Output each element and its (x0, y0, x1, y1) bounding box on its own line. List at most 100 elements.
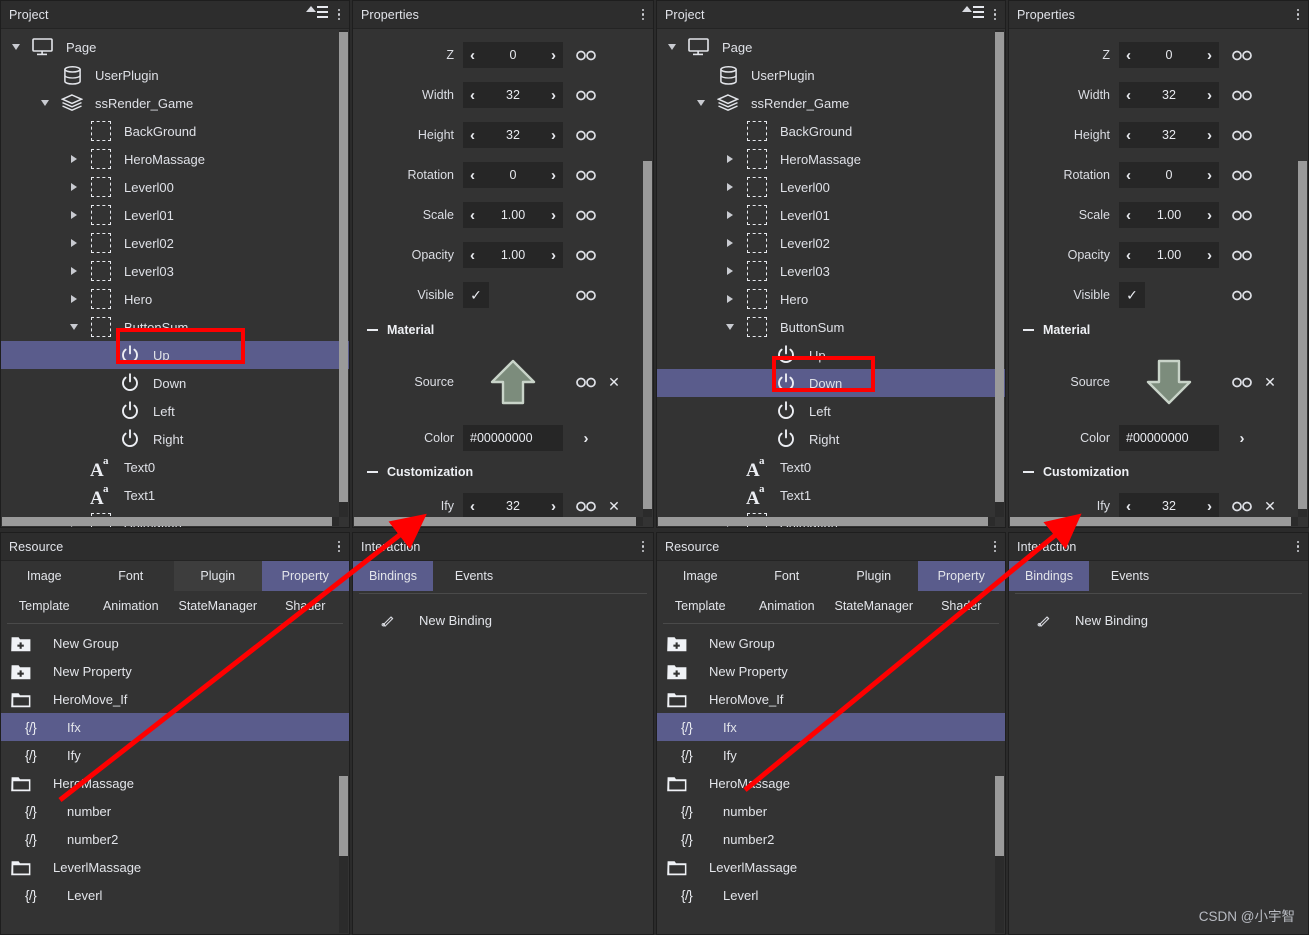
resource-tab-animation[interactable]: Animation (744, 591, 831, 621)
resource-tab-shader[interactable]: Shader (918, 591, 1006, 621)
collapse-all-icon[interactable] (961, 5, 984, 24)
stepper-decrement-icon[interactable]: ‹ (470, 48, 475, 63)
property-stepper[interactable]: ‹ 32 › (1119, 122, 1219, 148)
tree-row[interactable]: Leverl03 (657, 257, 1005, 285)
stepper-increment-icon[interactable]: › (551, 499, 556, 514)
property-value[interactable]: 0 (510, 48, 517, 62)
properties-menu-icon-right[interactable] (1294, 8, 1303, 21)
property-stepper[interactable]: ‹ 0 › (463, 162, 563, 188)
stepper-decrement-icon[interactable]: ‹ (1126, 248, 1131, 263)
interaction-menu-icon-left[interactable] (639, 540, 648, 553)
ify-stepper[interactable]: ‹ 32 › (1119, 493, 1219, 519)
project-right-vscrollbar[interactable] (995, 30, 1004, 517)
chevron-right-icon[interactable] (67, 229, 81, 257)
chevron-right-icon[interactable] (723, 257, 737, 285)
clear-source-icon[interactable]: ✕ (1264, 374, 1276, 391)
link-binding-icon[interactable] (575, 290, 597, 301)
interaction-menu-icon-right[interactable] (1294, 540, 1303, 553)
resource-list-item[interactable]: {/} Leverl (657, 881, 1005, 909)
property-value[interactable]: 1.00 (501, 248, 525, 262)
resource-right-vscrollbar[interactable] (995, 776, 1004, 933)
color-value-field[interactable]: #00000000 (463, 425, 563, 451)
link-binding-icon[interactable] (1231, 130, 1253, 141)
chevron-right-icon[interactable] (723, 285, 737, 313)
resource-menu-icon-left[interactable] (335, 540, 344, 553)
property-value[interactable]: 32 (506, 128, 520, 142)
property-stepper[interactable]: ‹ 0 › (463, 42, 563, 68)
stepper-increment-icon[interactable]: › (551, 208, 556, 223)
tree-row[interactable]: UserPlugin (1, 61, 349, 89)
link-binding-icon[interactable] (575, 130, 597, 141)
collapse-minus-icon[interactable] (1023, 329, 1034, 331)
resource-list-item[interactable]: {/} Ify (657, 741, 1005, 769)
tree-row[interactable]: UserPlugin (657, 61, 1005, 89)
resource-list-item[interactable]: LeverlMassage (1, 853, 349, 881)
link-binding-icon[interactable] (575, 250, 597, 261)
tree-row[interactable]: Leverl02 (657, 229, 1005, 257)
chevron-down-icon[interactable] (723, 313, 737, 341)
tree-row[interactable]: Leverl01 (657, 201, 1005, 229)
property-stepper[interactable]: ‹ 0 › (1119, 42, 1219, 68)
resource-list-right[interactable]: New Group New Property HeroMove_If {/} Ifx {/… (657, 624, 1005, 909)
resource-list-item[interactable]: {/} number (657, 797, 1005, 825)
remove-ify-icon[interactable]: ✕ (1264, 498, 1276, 515)
stepper-decrement-icon[interactable]: ‹ (470, 168, 475, 183)
tree-row[interactable]: HeroMassage (1, 145, 349, 173)
chevron-right-icon[interactable] (67, 257, 81, 285)
tree-row[interactable]: Down (1, 369, 349, 397)
chevron-right-icon[interactable] (67, 145, 81, 173)
resource-tab-image[interactable]: Image (1, 561, 88, 591)
color-expand-icon[interactable]: › (575, 430, 597, 447)
resource-list-item[interactable]: HeroMove_If (1, 685, 349, 713)
remove-ify-icon[interactable]: ✕ (608, 498, 620, 515)
property-value[interactable]: 0 (1166, 48, 1173, 62)
stepper-decrement-icon[interactable]: ‹ (470, 248, 475, 263)
link-binding-icon[interactable] (575, 90, 597, 101)
resource-list-item[interactable]: New Property (1, 657, 349, 685)
project-left-hscrollbar[interactable] (2, 517, 339, 526)
resource-tab-image[interactable]: Image (657, 561, 744, 591)
chevron-down-icon[interactable] (665, 33, 679, 61)
link-binding-icon[interactable] (575, 170, 597, 181)
resource-tab-plugin[interactable]: Plugin (174, 561, 262, 591)
resource-list-item[interactable]: HeroMassage (657, 769, 1005, 797)
ify-value[interactable]: 32 (1162, 499, 1176, 513)
arrow-down-icon[interactable] (1119, 356, 1219, 408)
tree-row[interactable]: BackGround (1, 117, 349, 145)
resource-tab-property[interactable]: Property (917, 561, 1005, 591)
material-section-header[interactable]: Material (353, 315, 653, 345)
tree-row[interactable]: Aa Text0 (657, 453, 1005, 481)
new-binding-row-right[interactable]: New Binding (1009, 606, 1308, 634)
stepper-increment-icon[interactable]: › (1207, 208, 1212, 223)
tree-row[interactable]: Leverl00 (1, 173, 349, 201)
link-binding-icon[interactable] (575, 210, 597, 221)
resource-list-item[interactable]: New Group (1, 629, 349, 657)
project-tree-left[interactable]: Page UserPlugin ssRender_Game BackGround Her… (1, 29, 349, 527)
stepper-increment-icon[interactable]: › (551, 128, 556, 143)
property-value[interactable]: 0 (510, 168, 517, 182)
resource-list-item[interactable]: {/} Ifx (1, 713, 349, 741)
project-tree-right[interactable]: Page UserPlugin ssRender_Game BackGround Her… (657, 29, 1005, 527)
tree-row[interactable]: Aa Text1 (657, 481, 1005, 509)
project-menu-icon-left[interactable] (335, 8, 344, 21)
tree-row[interactable]: Leverl02 (1, 229, 349, 257)
link-binding-icon[interactable] (1231, 501, 1253, 512)
stepper-decrement-icon[interactable]: ‹ (1126, 499, 1131, 514)
ify-value[interactable]: 32 (506, 499, 520, 513)
resource-tab-shader[interactable]: Shader (262, 591, 350, 621)
resource-tab-plugin[interactable]: Plugin (830, 561, 918, 591)
resource-list-item[interactable]: {/} Ifx (657, 713, 1005, 741)
resource-tab-statemanager[interactable]: StateManager (830, 591, 918, 621)
chevron-down-icon[interactable] (67, 313, 81, 341)
properties-menu-icon-left[interactable] (639, 8, 648, 21)
ify-stepper[interactable]: ‹ 32 › (463, 493, 563, 519)
property-stepper[interactable]: ‹ 32 › (1119, 82, 1219, 108)
material-section-header[interactable]: Material (1009, 315, 1308, 345)
tree-row[interactable]: Left (1, 397, 349, 425)
chevron-down-icon[interactable] (694, 89, 708, 117)
resource-list-item[interactable]: New Property (657, 657, 1005, 685)
tree-row[interactable]: Leverl03 (1, 257, 349, 285)
properties-left-vscrollbar[interactable] (643, 161, 652, 517)
property-stepper[interactable]: ‹ 1.00 › (463, 202, 563, 228)
collapse-minus-icon[interactable] (1023, 471, 1034, 473)
